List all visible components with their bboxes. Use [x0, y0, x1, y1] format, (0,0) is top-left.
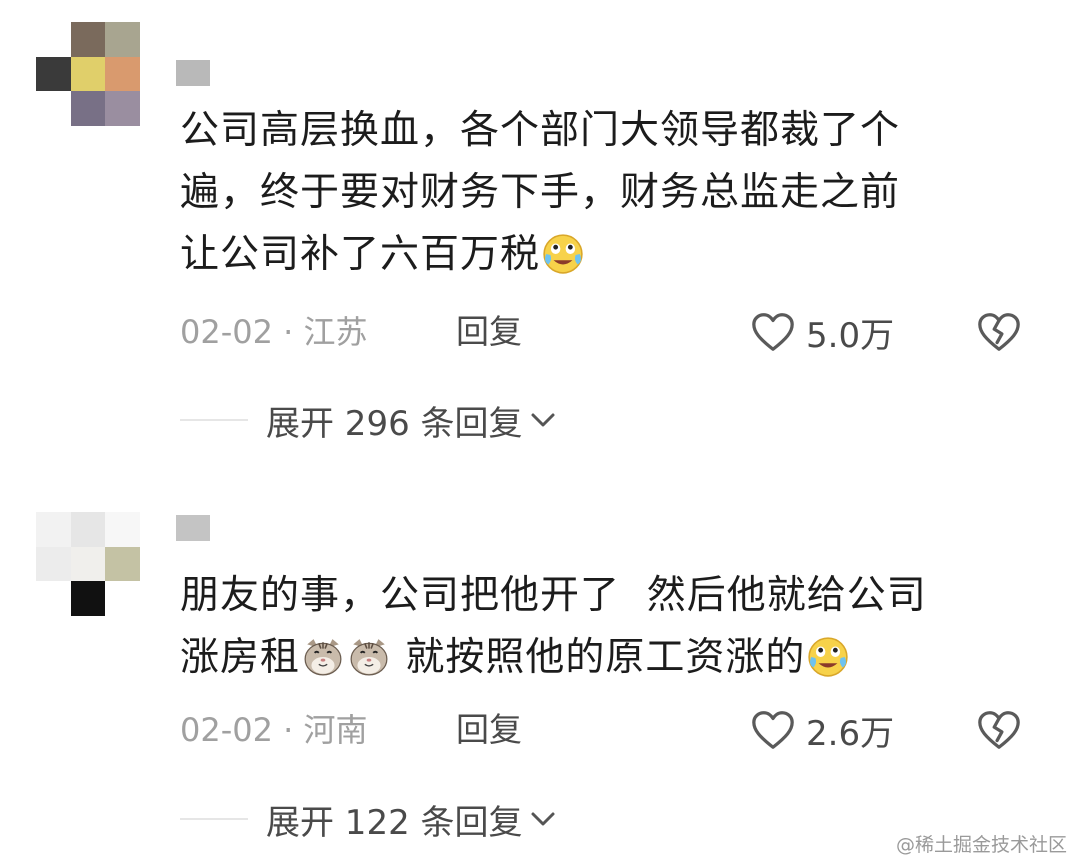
expand-replies-button[interactable]: 展开 296 条回复 [266, 398, 557, 444]
crying-laughing-emoji-icon [543, 234, 583, 274]
broken-heart-icon[interactable] [976, 310, 1022, 354]
comment-date: 02-02 [180, 313, 273, 351]
username-blurred[interactable] [176, 515, 210, 541]
expand-replies-label: 展开 122 条回复 [266, 802, 523, 843]
heart-outline-icon [752, 711, 794, 749]
comment-location: 河南 [303, 711, 368, 749]
avatar[interactable] [36, 22, 140, 126]
expand-divider [180, 818, 248, 820]
comment-body-line1: 朋友的事，公司把他开了 然后他就给公司 [180, 573, 927, 618]
cat-face-emoji-icon [304, 639, 342, 676]
like-count: 2.6万 [806, 713, 895, 754]
expand-replies-button[interactable]: 展开 122 条回复 [266, 797, 557, 843]
avatar[interactable] [36, 512, 140, 616]
comment-text: 朋友的事，公司把他开了 然后他就给公司 涨房租 就按照他的原工资涨的 [180, 565, 1040, 689]
meta-separator: · [283, 313, 294, 351]
expand-divider [180, 419, 248, 421]
expand-replies-label: 展开 296 条回复 [266, 403, 523, 444]
comment-location: 江苏 [303, 313, 368, 351]
cat-face-emoji-icon [350, 639, 388, 676]
heart-outline-icon [752, 313, 794, 351]
username-blurred[interactable] [176, 60, 210, 86]
like-count: 5.0万 [806, 315, 895, 356]
comment-meta: 02-02 · 河南 [180, 710, 368, 750]
reply-button[interactable]: 回复 [456, 710, 522, 750]
comment-text: 公司高层换血，各个部门大领导都裁了个 遍，终于要对财务下手，财务总监走之前 让公… [180, 100, 1040, 286]
comment-body: 公司高层换血，各个部门大领导都裁了个 遍，终于要对财务下手，财务总监走之前 让公… [180, 108, 901, 277]
comment-body-line2b: 就按照他的原工资涨的 [392, 635, 806, 680]
comment-date: 02-02 [180, 711, 273, 749]
crying-laughing-emoji-icon [808, 637, 849, 677]
reply-button[interactable]: 回复 [456, 312, 522, 352]
watermark: @稀土掘金技术社区 [895, 834, 1067, 856]
chevron-down-icon [531, 413, 555, 427]
like-button[interactable]: 5.0万 [750, 310, 895, 356]
broken-heart-icon[interactable] [976, 708, 1022, 752]
like-button[interactable]: 2.6万 [750, 708, 895, 754]
meta-separator: · [283, 711, 294, 749]
chevron-down-icon [531, 812, 555, 826]
comment-body-line2a: 涨房租 [180, 635, 301, 680]
comment-meta: 02-02 · 江苏 [180, 312, 368, 352]
